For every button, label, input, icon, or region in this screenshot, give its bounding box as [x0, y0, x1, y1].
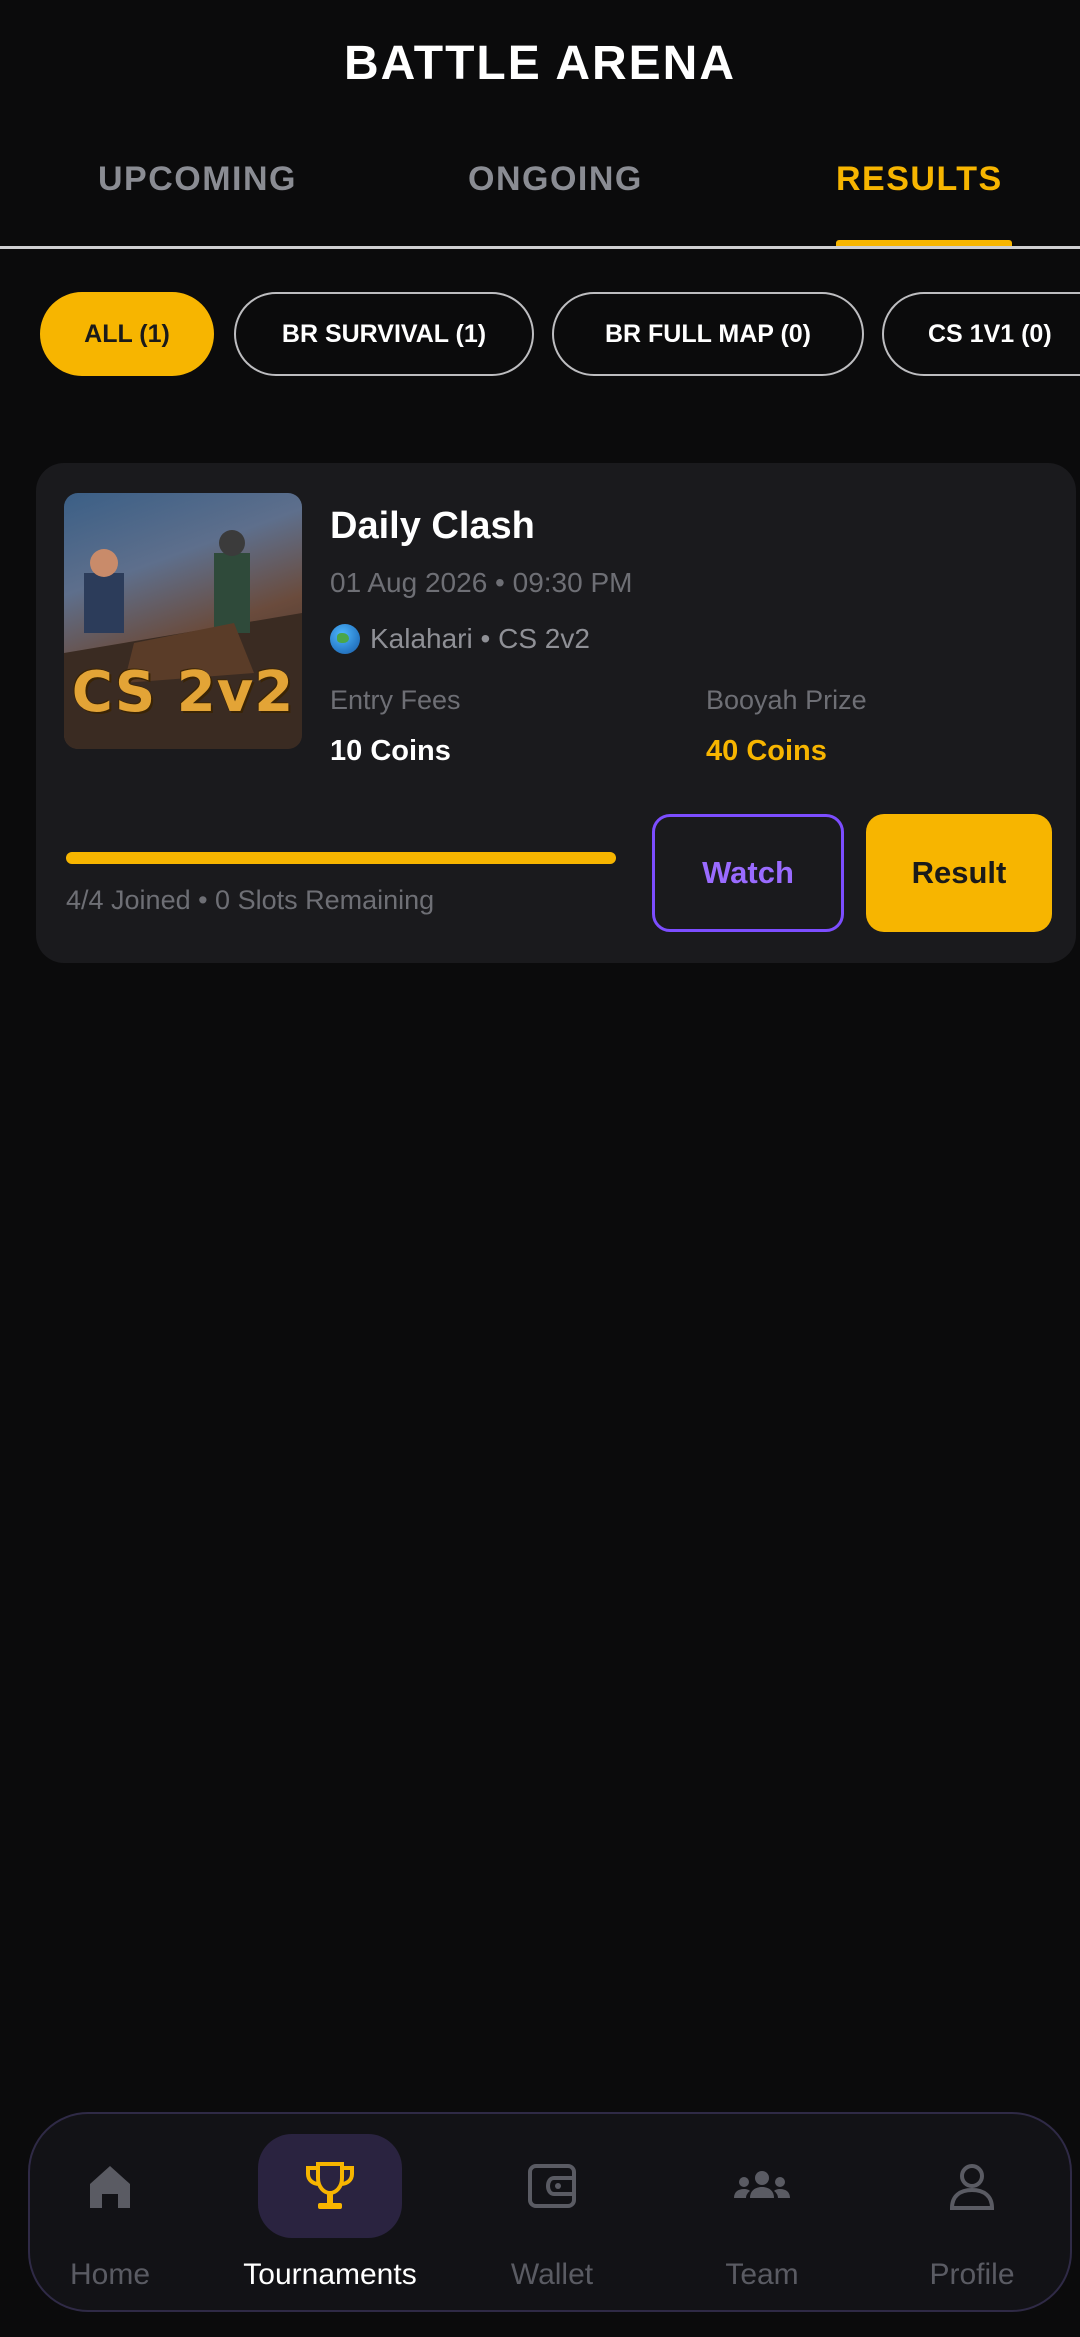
wallet-icon — [528, 2164, 576, 2208]
filter-chip-all[interactable]: ALL (1) — [40, 292, 214, 376]
tab-bar: UPCOMING ONGOING RESULTS — [0, 160, 1080, 250]
profile-icon — [949, 2164, 995, 2210]
globe-icon — [330, 624, 360, 654]
entry-fees-value: 10 Coins — [330, 735, 451, 767]
tab-results[interactable]: RESULTS — [836, 160, 1003, 199]
slots-progress-bar — [66, 852, 616, 864]
tournament-datetime: 01 Aug 2026 • 09:30 PM — [330, 567, 633, 598]
filter-chip-cs-1v1[interactable]: CS 1V1 (0) — [882, 292, 1080, 376]
joined-status: 4/4 Joined • 0 Slots Remaining — [66, 885, 435, 915]
team-icon — [734, 2171, 790, 2198]
nav-wallet[interactable]: Wallet — [462, 2136, 642, 2296]
slots-progress-fill — [66, 852, 616, 864]
nav-home[interactable]: Home — [20, 2136, 200, 2296]
nav-label-tournaments: Tournaments — [243, 2258, 417, 2291]
result-button[interactable]: Result — [866, 814, 1052, 932]
active-tab-indicator — [836, 240, 1012, 246]
page-title: BATTLE ARENA — [344, 37, 736, 90]
map-mode-text: Kalahari • CS 2v2 — [370, 623, 590, 654]
tab-ongoing[interactable]: ONGOING — [468, 160, 643, 199]
tournament-map-mode: Kalahari • CS 2v2 — [330, 623, 590, 655]
thumbnail-label: CS 2v2 — [71, 660, 295, 725]
nav-label-profile: Profile — [929, 2258, 1015, 2291]
tournament-card[interactable]: CS 2v2 Daily Clash 01 Aug 2026 • 09:30 P… — [36, 463, 1076, 963]
bottom-nav: Home Tournaments Wallet Team Profile — [28, 2112, 1072, 2312]
nav-label-wallet: Wallet — [510, 2258, 594, 2291]
tab-upcoming[interactable]: UPCOMING — [98, 160, 297, 199]
filter-chips: ALL (1) BR SURVIVAL (1) BR FULL MAP (0) … — [40, 292, 1080, 380]
nav-label-team: Team — [725, 2258, 799, 2291]
trophy-icon — [306, 2162, 354, 2209]
home-icon — [90, 2166, 130, 2208]
prize-label: Booyah Prize — [706, 685, 867, 715]
nav-tournaments[interactable]: Tournaments — [230, 2134, 430, 2296]
filter-chip-br-survival[interactable]: BR SURVIVAL (1) — [234, 292, 534, 376]
nav-label-home: Home — [69, 2258, 151, 2291]
tournament-thumbnail: CS 2v2 — [64, 493, 302, 749]
tabs-divider — [0, 246, 1080, 249]
entry-fees-label: Entry Fees — [330, 685, 461, 715]
prize-value: 40 Coins — [706, 735, 827, 767]
nav-profile[interactable]: Profile — [882, 2136, 1062, 2296]
filter-chip-br-full-map[interactable]: BR FULL MAP (0) — [552, 292, 864, 376]
watch-button[interactable]: Watch — [652, 814, 844, 932]
nav-team[interactable]: Team — [672, 2136, 852, 2296]
tournament-title: Daily Clash — [330, 505, 535, 547]
